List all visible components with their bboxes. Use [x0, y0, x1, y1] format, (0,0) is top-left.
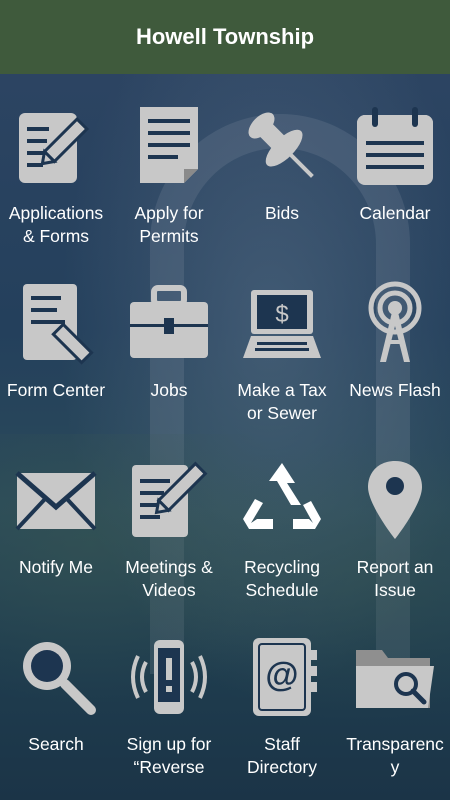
folder-search-icon: [350, 633, 440, 721]
magnifier-icon: [11, 633, 101, 721]
tile-label: Apply for Permits: [134, 203, 204, 246]
pushpin-icon: [237, 102, 327, 190]
document-icon: [124, 102, 214, 190]
tile-label: Form Center: [6, 380, 106, 400]
map-pin-icon: [350, 456, 440, 544]
notepad-pencil-icon: [124, 456, 214, 544]
tile-sign-up-reverse[interactable]: Sign up for “Reverse: [113, 605, 225, 782]
tile-label: News Flash: [349, 380, 441, 400]
tile-label: Sign up for “Reverse: [126, 734, 212, 777]
app-header: Howell Township: [0, 0, 450, 74]
tile-recycling-schedule[interactable]: Recycling Schedule: [226, 428, 338, 605]
svg-text:@: @: [265, 656, 298, 694]
tile-notify-me[interactable]: Notify Me: [0, 428, 112, 605]
tile-label: Staff Directory: [246, 734, 317, 777]
address-book-icon: @: [237, 633, 327, 721]
tile-label: Bids: [264, 203, 300, 223]
form-pen-icon: [11, 279, 101, 367]
recycle-icon: [237, 456, 327, 544]
svg-text:$: $: [275, 301, 288, 328]
tile-label: Calendar: [359, 203, 431, 223]
tile-staff-directory[interactable]: @ Staff Directory: [226, 605, 338, 782]
tile-label: Applications & Forms: [8, 203, 104, 246]
tile-calendar[interactable]: Calendar: [339, 74, 450, 251]
tile-news-flash[interactable]: News Flash: [339, 251, 450, 428]
tile-report-issue[interactable]: Report an Issue: [339, 428, 450, 605]
tile-make-tax[interactable]: $ Make a Tax or Sewer: [226, 251, 338, 428]
tile-jobs[interactable]: Jobs: [113, 251, 225, 428]
envelope-icon: [11, 456, 101, 544]
tile-meetings-videos[interactable]: Meetings & Videos: [113, 428, 225, 605]
tile-applications-forms[interactable]: Applications & Forms: [0, 74, 112, 251]
menu-grid: Applications & Forms Apply for Permits B…: [0, 74, 450, 800]
briefcase-icon: [124, 279, 214, 367]
tile-search[interactable]: Search: [0, 605, 112, 782]
tile-label: Search: [28, 734, 84, 754]
page-title: Howell Township: [135, 24, 315, 49]
form-edit-icon: [11, 102, 101, 190]
tile-label: Transparenc y: [346, 734, 444, 777]
tile-label: Report an Issue: [356, 557, 434, 600]
tile-label: Jobs: [150, 380, 188, 400]
tile-label: Recycling Schedule: [244, 557, 320, 600]
tile-bids[interactable]: Bids: [226, 74, 338, 251]
tile-form-center[interactable]: Form Center: [0, 251, 112, 428]
tile-apply-permits[interactable]: Apply for Permits: [113, 74, 225, 251]
tile-label: Notify Me: [19, 557, 93, 577]
phone-alert-icon: [124, 633, 214, 721]
tile-transparency[interactable]: Transparenc y: [339, 605, 450, 782]
broadcast-tower-icon: [350, 279, 440, 367]
laptop-dollar-icon: $: [237, 279, 327, 367]
calendar-icon: [350, 102, 440, 190]
tile-label: Make a Tax or Sewer: [237, 380, 327, 423]
tile-label: Meetings & Videos: [125, 557, 213, 600]
